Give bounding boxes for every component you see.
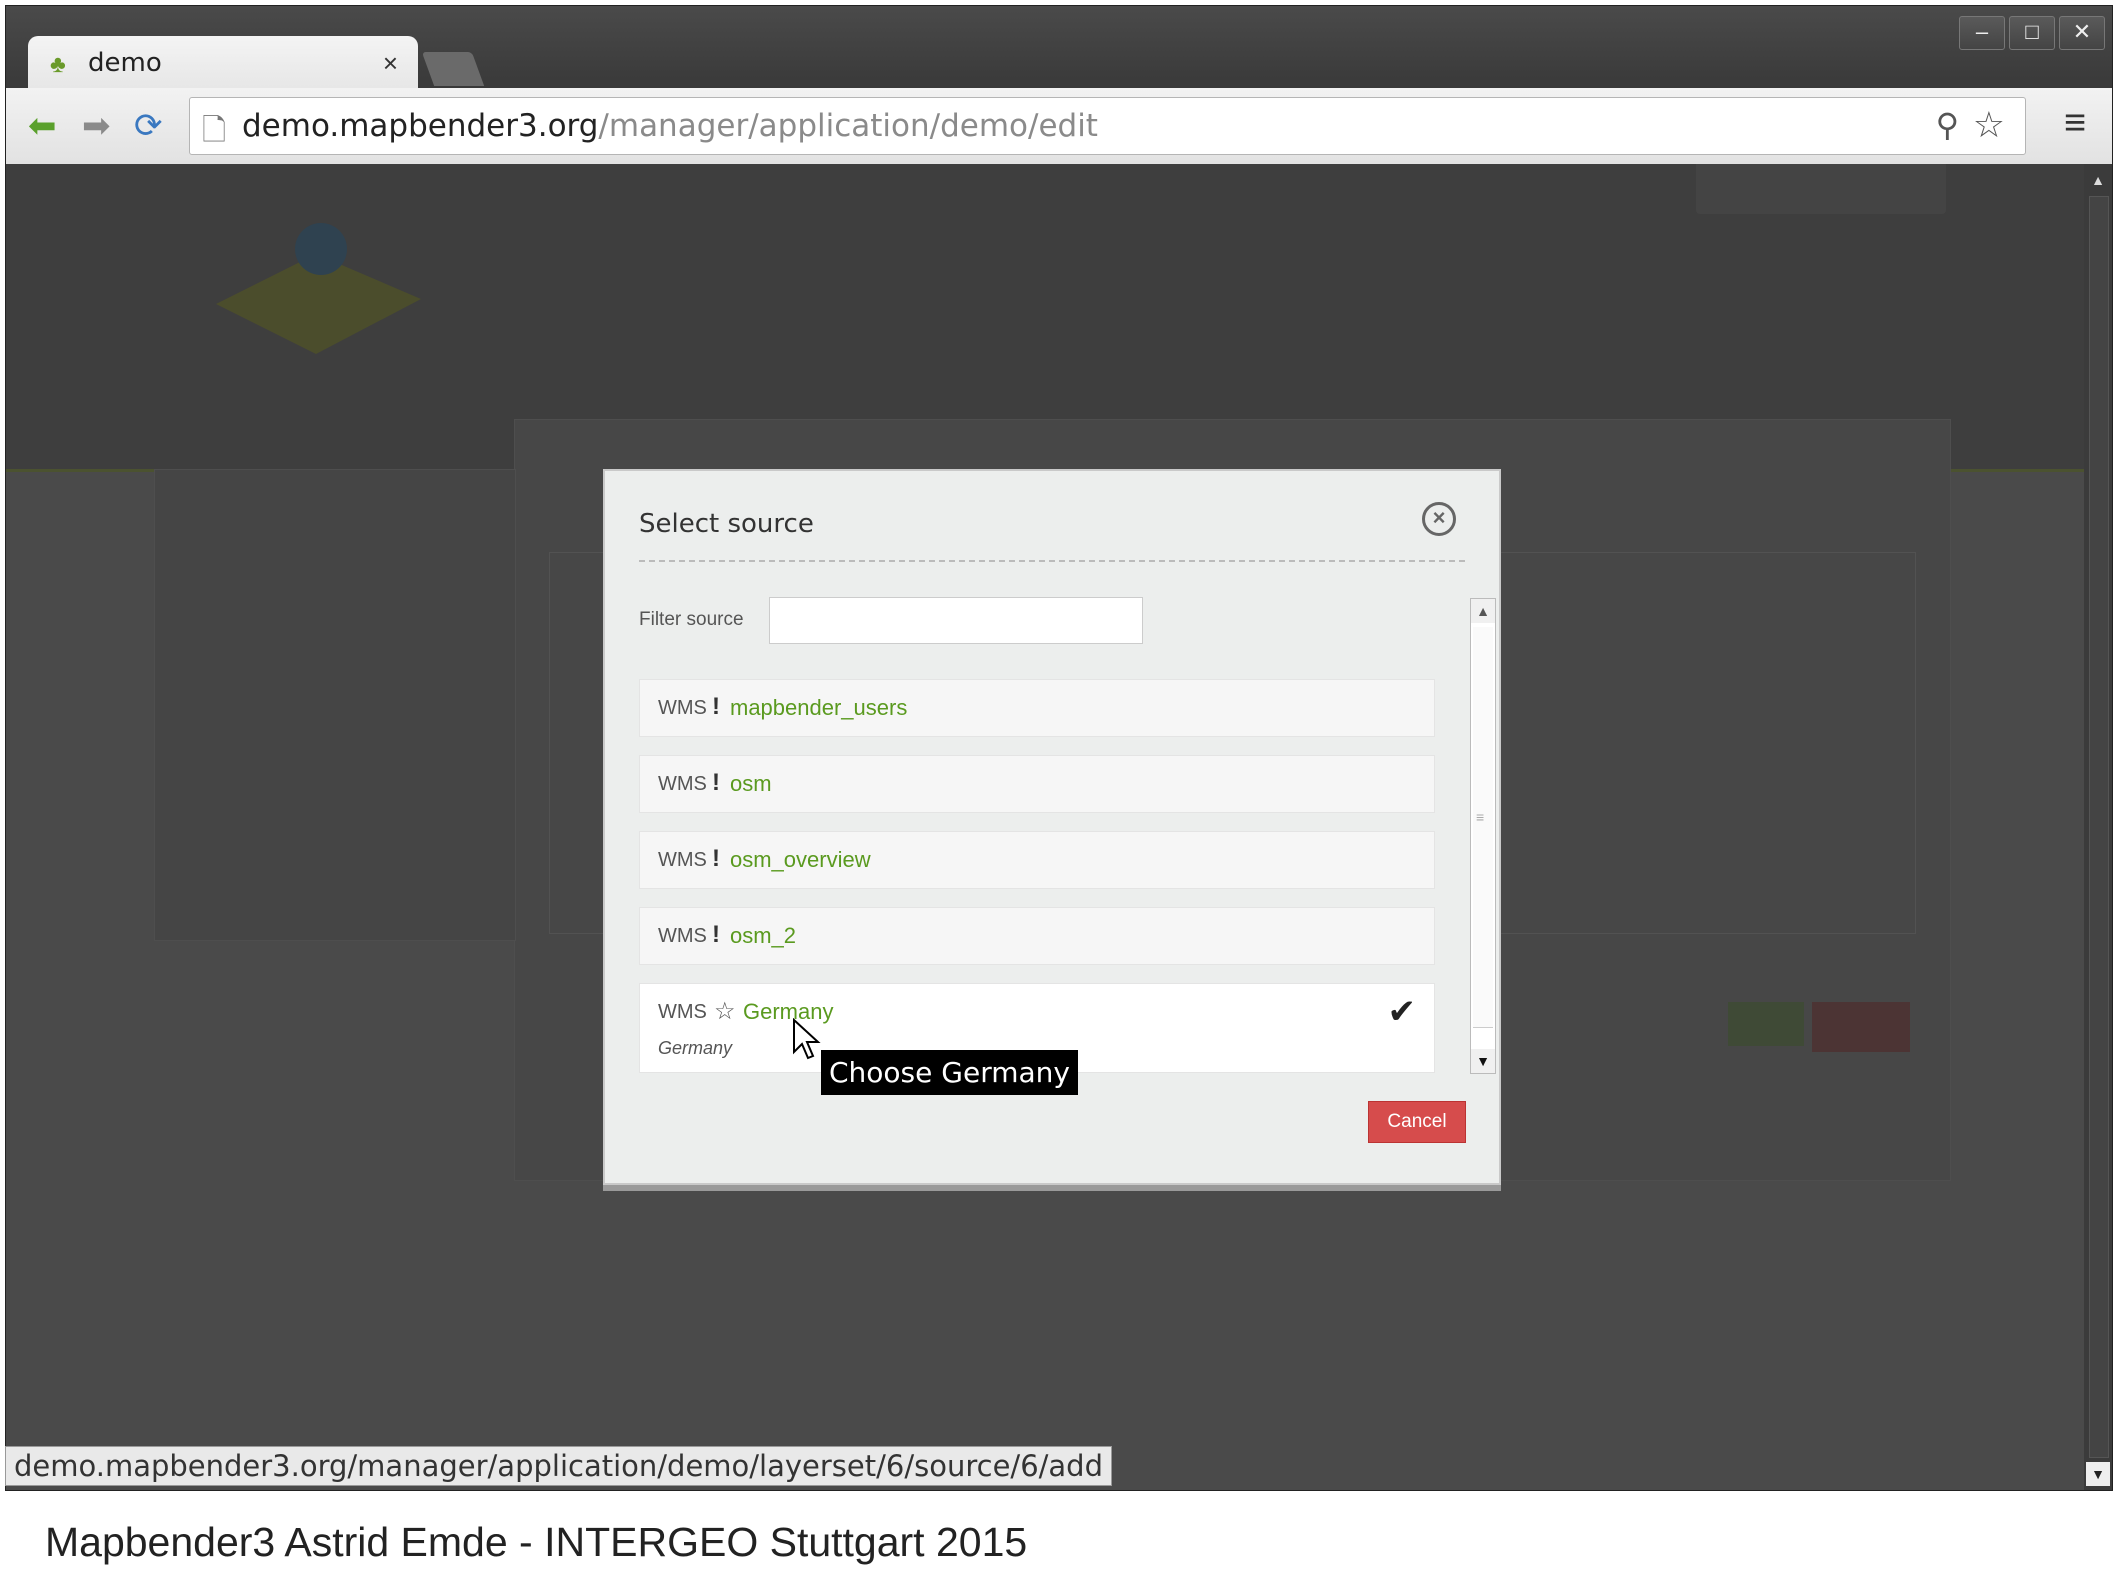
cancel-button[interactable]: Cancel	[1368, 1101, 1466, 1143]
search-icon[interactable]: ⚲	[1936, 106, 1959, 144]
source-item[interactable]: WMS ! mapbender_users	[639, 679, 1435, 737]
star-icon: ☆	[714, 998, 736, 1025]
source-type: WMS	[658, 697, 707, 719]
source-type: WMS	[658, 773, 707, 795]
source-name[interactable]: osm_overview	[730, 847, 871, 873]
source-type: WMS	[658, 925, 707, 947]
scroll-thumb[interactable]	[1473, 627, 1493, 1028]
page-scroll-thumb[interactable]	[2089, 196, 2109, 1458]
source-name[interactable]: osm	[730, 771, 772, 797]
source-type: WMS	[658, 849, 707, 871]
menu-icon[interactable]: ≡	[2064, 102, 2086, 145]
address-bar[interactable]: 🗋 demo.mapbender3.org/manager/applicatio…	[189, 97, 2026, 155]
scroll-grip-icon: ≡	[1476, 809, 1485, 825]
browser-tab[interactable]: ♣ demo ×	[28, 36, 418, 91]
tooltip: Choose Germany	[821, 1050, 1078, 1095]
tab-title: demo	[88, 48, 162, 78]
source-name[interactable]: osm_2	[730, 923, 796, 949]
sidebar-background	[154, 469, 516, 941]
url-text: demo.mapbender3.org/manager/application/…	[242, 108, 1098, 144]
back-arrow-icon[interactable]: ⬅	[28, 106, 57, 146]
status-bar-url: demo.mapbender3.org/manager/application/…	[5, 1446, 1113, 1486]
checkmark-icon[interactable]: ✔	[1388, 992, 1417, 1032]
source-item[interactable]: WMS ! osm_2	[639, 907, 1435, 965]
source-subtitle: Germany	[658, 1038, 733, 1058]
dialog-divider	[639, 560, 1465, 562]
filter-source-input[interactable]	[769, 597, 1143, 644]
page-scroll-down-icon[interactable]: ▼	[2086, 1462, 2110, 1486]
scroll-up-icon[interactable]: ▲	[1471, 599, 1495, 623]
browser-window: ♣ demo × – □ ✕ ⬅ ➡ ⟳ 🗋 demo.mapbender3.o…	[5, 5, 2113, 1491]
forward-arrow-icon[interactable]: ➡	[82, 106, 111, 146]
browser-toolbar: ⬅ ➡ ⟳ 🗋 demo.mapbender3.org/manager/appl…	[6, 88, 2112, 165]
page-scroll-up-icon[interactable]: ▲	[2086, 168, 2110, 192]
filter-source-label: Filter source	[639, 609, 744, 630]
bookmark-star-icon[interactable]: ☆	[1973, 104, 2005, 146]
new-tab-button[interactable]	[421, 52, 485, 86]
mapbender-logo-icon	[216, 223, 421, 354]
source-type: WMS	[658, 1001, 707, 1023]
user-menu-background	[1696, 164, 1946, 214]
save-button-background	[1728, 1002, 1804, 1046]
page-scrollbar[interactable]: ▲ ▼	[2084, 164, 2112, 1490]
mouse-cursor-icon	[793, 1018, 821, 1060]
warning-icon: !	[712, 845, 720, 872]
page-icon: 🗋	[202, 114, 227, 147]
source-list-scrollbar[interactable]: ▲ ≡ ▼	[1470, 598, 1496, 1074]
cancel-page-button-background	[1812, 1002, 1910, 1052]
source-item[interactable]: WMS ! osm	[639, 755, 1435, 813]
scroll-down-icon[interactable]: ▼	[1471, 1049, 1495, 1073]
reload-icon[interactable]: ⟳	[134, 106, 163, 146]
close-icon[interactable]: ×	[1422, 502, 1456, 536]
dialog-title: Select source	[639, 509, 814, 539]
slide-caption: Mapbender3 Astrid Emde - INTERGEO Stuttg…	[45, 1519, 1028, 1565]
source-list: WMS ! mapbender_users WMS ! osm WMS ! os…	[639, 679, 1435, 1079]
mapbender-favicon-icon: ♣	[50, 51, 66, 78]
title-bar: ♣ demo × – □ ✕	[6, 6, 2112, 91]
maximize-button[interactable]: □	[2009, 16, 2055, 50]
warning-icon: !	[712, 769, 720, 796]
minimize-button[interactable]: –	[1959, 16, 2005, 50]
tab-close-icon[interactable]: ×	[383, 48, 398, 79]
source-name[interactable]: mapbender_users	[730, 695, 907, 721]
warning-icon: !	[712, 921, 720, 948]
close-window-button[interactable]: ✕	[2059, 16, 2105, 50]
warning-icon: !	[712, 693, 720, 720]
source-item[interactable]: WMS ! osm_overview	[639, 831, 1435, 889]
page-content: Select source × Filter source WMS ! mapb…	[6, 164, 2084, 1490]
